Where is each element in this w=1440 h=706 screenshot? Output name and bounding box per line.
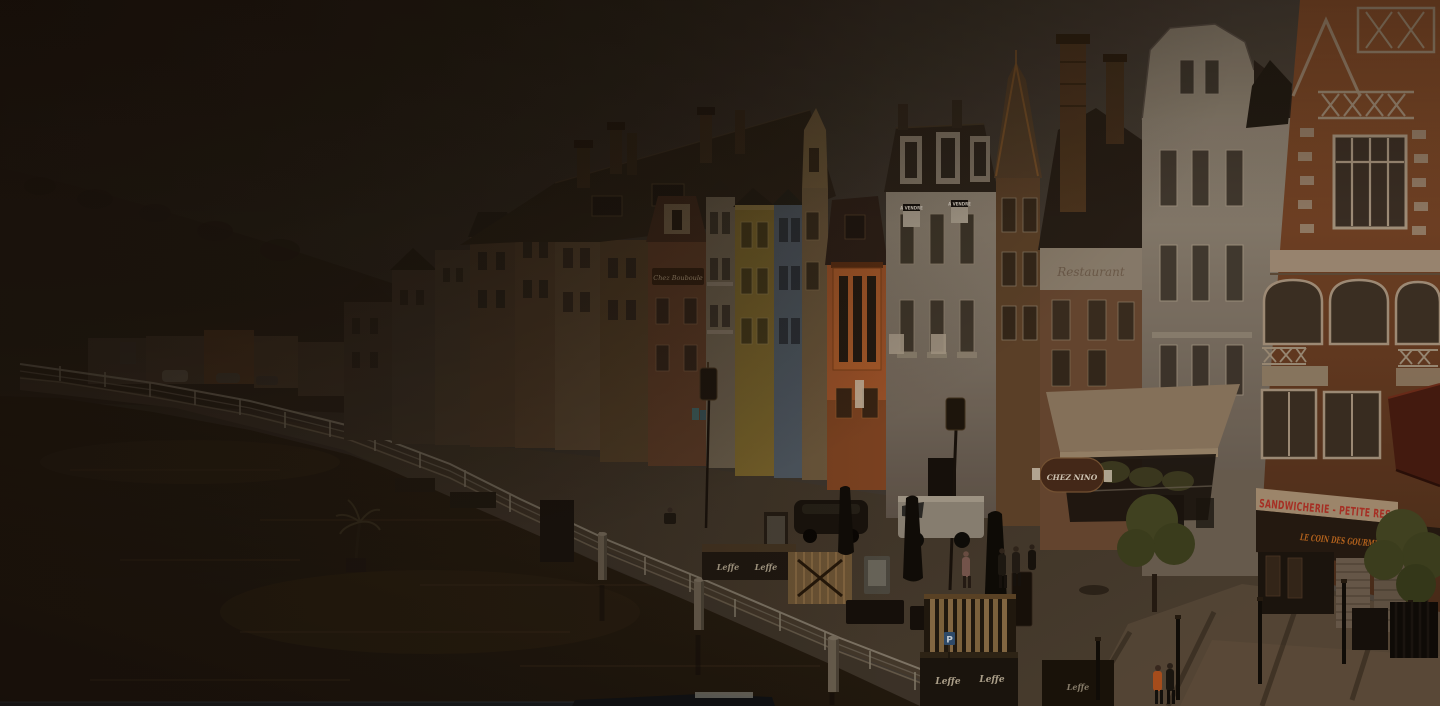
hero-photo: Chez Bouboule	[0, 0, 1440, 706]
riverside-scene: Chez Bouboule	[0, 0, 1440, 706]
darkening-overlay	[0, 0, 1440, 706]
